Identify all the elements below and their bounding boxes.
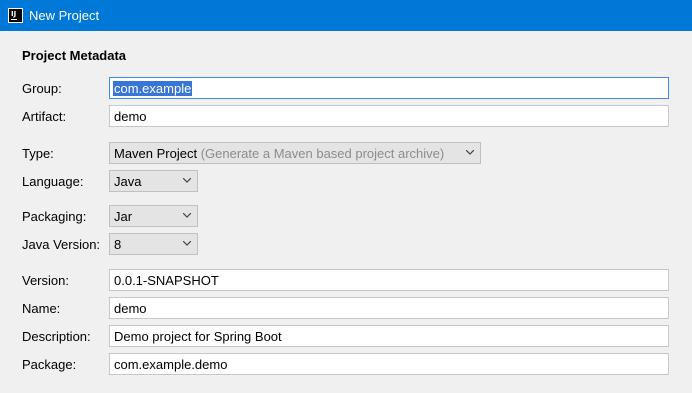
- group-input[interactable]: com.example: [109, 77, 669, 99]
- chevron-down-icon: [183, 178, 191, 183]
- name-value: demo: [114, 301, 147, 316]
- language-value: Java: [114, 174, 142, 189]
- group-value: com.example: [113, 81, 193, 96]
- name-label: Name:: [22, 301, 61, 316]
- packaging-value: Jar: [114, 209, 133, 224]
- version-label: Version:: [22, 273, 69, 288]
- window-title: New Project: [29, 8, 100, 23]
- package-value: com.example.demo: [114, 357, 228, 372]
- package-input[interactable]: com.example.demo: [109, 353, 669, 375]
- version-input[interactable]: 0.0.1-SNAPSHOT: [109, 269, 669, 291]
- version-value: 0.0.1-SNAPSHOT: [114, 273, 219, 288]
- artifact-input[interactable]: demo: [109, 105, 669, 127]
- description-value: Demo project for Spring Boot: [114, 329, 282, 344]
- name-input[interactable]: demo: [109, 297, 669, 319]
- chevron-down-icon: [183, 213, 191, 218]
- packaging-label: Packaging:: [22, 209, 87, 224]
- package-label: Package:: [22, 357, 77, 372]
- java-version-dropdown[interactable]: 8: [109, 233, 198, 255]
- artifact-value: demo: [114, 109, 147, 124]
- title-bar: IJ New Project: [0, 0, 692, 31]
- packaging-dropdown[interactable]: Jar: [109, 205, 198, 227]
- type-label: Type:: [22, 146, 54, 161]
- group-label: Group:: [22, 81, 62, 96]
- java-version-label: Java Version:: [22, 237, 101, 252]
- description-input[interactable]: Demo project for Spring Boot: [109, 325, 669, 347]
- language-dropdown[interactable]: Java: [109, 170, 198, 192]
- java-version-value: 8: [114, 237, 122, 252]
- chevron-down-icon: [183, 241, 191, 246]
- type-value: Maven Project: [114, 146, 198, 161]
- type-hint: (Generate a Maven based project archive): [200, 146, 445, 161]
- type-dropdown[interactable]: Maven Project (Generate a Maven based pr…: [109, 142, 481, 164]
- description-label: Description:: [22, 329, 91, 344]
- artifact-label: Artifact:: [22, 109, 67, 124]
- intellij-app-icon: IJ: [8, 8, 23, 23]
- section-title: Project Metadata: [22, 48, 127, 63]
- chevron-down-icon: [466, 150, 474, 155]
- language-label: Language:: [22, 174, 84, 189]
